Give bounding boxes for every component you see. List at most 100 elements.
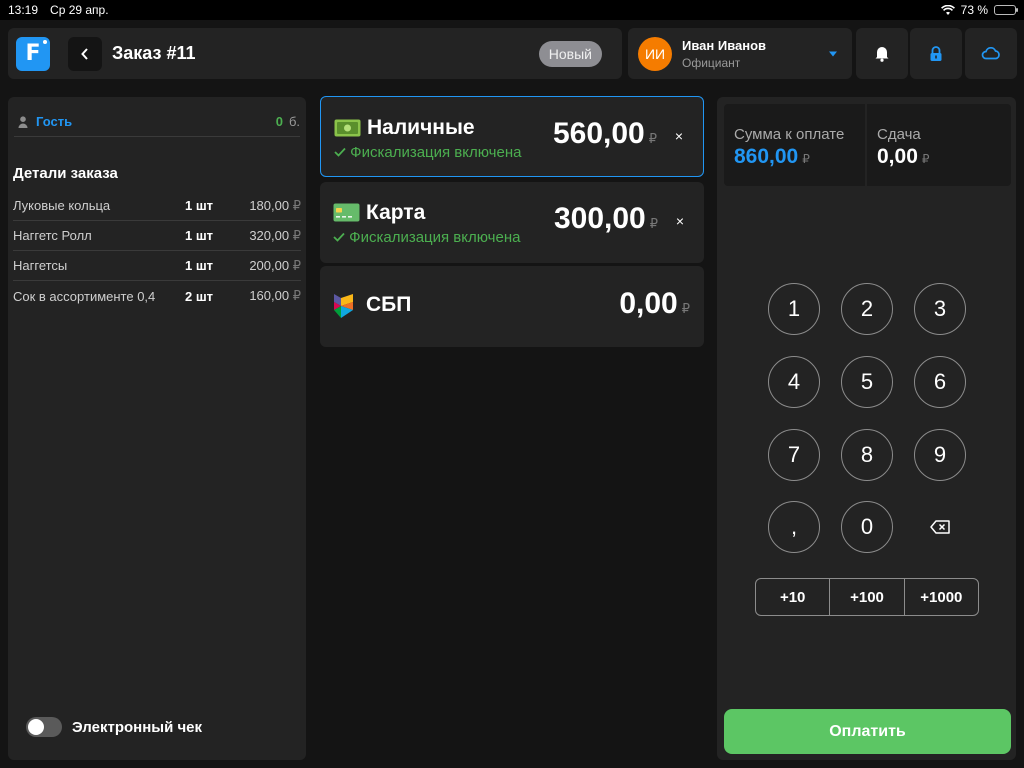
- payment-sbp-label: СБП: [366, 293, 412, 316]
- order-items-list: Луковые кольца 1 шт 180,00 ₽ Наггетс Рол…: [13, 191, 301, 311]
- echeck-toggle[interactable]: [26, 717, 62, 737]
- backspace-icon: [930, 520, 950, 534]
- guest-label: Гость: [36, 114, 73, 129]
- payment-cash[interactable]: Наличные Фискализация включена 560,00 ₽ ×: [320, 96, 704, 177]
- currency-sign: ₽: [292, 227, 301, 243]
- user-name: Иван Иванов: [682, 37, 767, 53]
- list-item: Луковые кольца 1 шт 180,00 ₽: [13, 191, 301, 221]
- item-name: Сок в ассортименте 0,4: [13, 288, 156, 304]
- quick-add-group: +10 +100 +1000: [755, 578, 979, 616]
- quick-add-10-button[interactable]: +10: [756, 579, 831, 615]
- currency-sign: ₽: [681, 301, 690, 316]
- sbp-logo-icon: [334, 294, 353, 318]
- currency-sign: ₽: [292, 197, 301, 213]
- notifications-button[interactable]: [856, 28, 908, 79]
- status-time: 13:19: [8, 3, 39, 17]
- item-price: 180,00: [249, 197, 290, 213]
- change-value: 0,00: [877, 145, 918, 168]
- fiscal-status: Фискализация включена: [349, 229, 521, 246]
- pay-button[interactable]: Оплатить: [724, 709, 1011, 754]
- chevron-down-icon: [829, 51, 837, 56]
- backspace-button[interactable]: [914, 501, 966, 553]
- fiscal-status: Фискализация включена: [350, 144, 522, 161]
- remove-card-button[interactable]: ×: [676, 213, 684, 229]
- key-0[interactable]: 0: [841, 501, 893, 553]
- key-5[interactable]: 5: [841, 356, 893, 408]
- card-icon: [333, 203, 360, 222]
- item-name: Луковые кольца: [13, 198, 111, 213]
- status-badge: Новый: [538, 40, 602, 67]
- key-6[interactable]: 6: [914, 356, 966, 408]
- echeck-label: Электронный чек: [72, 718, 203, 736]
- key-8[interactable]: 8: [841, 429, 893, 481]
- guest-row[interactable]: Гость 0 б.: [14, 107, 300, 137]
- bonus-unit: б.: [288, 114, 300, 129]
- payment-card-label: Карта: [366, 201, 426, 224]
- cash-icon: [334, 119, 361, 137]
- back-button[interactable]: [68, 36, 102, 71]
- item-price: 320,00: [249, 227, 290, 243]
- avatar: ИИ: [638, 36, 672, 71]
- echeck-row: Электронный чек: [26, 717, 202, 737]
- currency-sign: ₽: [648, 131, 657, 146]
- item-qty: 1 шт: [185, 258, 214, 273]
- key-3[interactable]: 3: [914, 283, 966, 335]
- quick-add-1000-button[interactable]: +1000: [905, 579, 978, 615]
- list-item: Сок в ассортименте 0,4 2 шт 160,00 ₽: [13, 281, 301, 311]
- item-qty: 2 шт: [185, 288, 214, 304]
- item-qty: 1 шт: [185, 198, 214, 213]
- status-bar: 13:19 Ср 29 апр. 73 %: [0, 0, 1024, 20]
- payment-card-amount: 300,00: [553, 202, 646, 235]
- user-role: Официант: [682, 55, 741, 70]
- cloud-sync-button[interactable]: [965, 28, 1017, 79]
- item-qty: 1 шт: [185, 228, 214, 243]
- order-details-panel: Гость 0 б. Детали заказа Луковые кольца …: [8, 97, 306, 760]
- key-9[interactable]: 9: [914, 429, 966, 481]
- item-price: 200,00: [249, 257, 290, 273]
- currency-sign: ₽: [292, 257, 301, 273]
- app-logo: F: [16, 36, 50, 71]
- payment-sbp-amount: 0,00: [619, 287, 678, 320]
- list-item: Наггетс Ролл 1 шт 320,00 ₽: [13, 221, 301, 251]
- key-comma[interactable]: ,: [768, 501, 820, 553]
- check-icon: [334, 147, 346, 157]
- payment-cash-label: Наличные: [367, 116, 475, 139]
- battery-icon: [994, 5, 1018, 15]
- payment-card[interactable]: Карта Фискализация включена 300,00 ₽ ×: [320, 182, 704, 263]
- to-pay-value: 860,00: [734, 145, 799, 168]
- details-title: Детали заказа: [13, 165, 118, 182]
- currency-sign: ₽: [802, 152, 810, 166]
- lock-button[interactable]: [910, 28, 962, 79]
- payment-cash-amount: 560,00: [552, 117, 645, 150]
- status-date: Ср 29 апр.: [50, 3, 109, 17]
- key-7[interactable]: 7: [768, 429, 820, 481]
- key-1[interactable]: 1: [768, 283, 820, 335]
- currency-sign: ₽: [649, 216, 658, 231]
- to-pay-label: Сумма к оплате: [734, 126, 845, 143]
- item-name: Наггетс Ролл: [13, 228, 92, 243]
- item-price: 160,00: [249, 288, 290, 303]
- bonus-count: 0: [275, 114, 283, 129]
- change-label: Сдача: [877, 126, 921, 143]
- item-name: Наггетсы: [13, 258, 68, 273]
- remove-cash-button[interactable]: ×: [675, 128, 683, 144]
- chevron-left-icon: [81, 47, 88, 60]
- order-title: Заказ #11: [112, 43, 196, 63]
- wifi-icon: [940, 4, 955, 15]
- key-4[interactable]: 4: [768, 356, 820, 408]
- payment-sbp[interactable]: СБП 0,00 ₽: [320, 266, 704, 347]
- payment-summary: Сумма к оплате 860,00 ₽ Сдача 0,00 ₽: [724, 104, 1011, 186]
- cloud-icon: [981, 47, 1000, 60]
- currency-sign: ₽: [921, 152, 930, 166]
- list-item: Наггетсы 1 шт 200,00 ₽: [13, 251, 301, 281]
- key-2[interactable]: 2: [841, 283, 893, 335]
- check-icon: [333, 232, 345, 242]
- lock-icon: [930, 45, 942, 61]
- person-icon: [18, 115, 28, 128]
- quick-add-100-button[interactable]: +100: [830, 579, 905, 615]
- bell-icon: [875, 47, 889, 62]
- battery-percent: 73 %: [960, 3, 988, 17]
- user-menu[interactable]: ИИ Иван Иванов Официант: [628, 28, 852, 79]
- order-header: F Заказ #11 Новый: [8, 28, 622, 79]
- currency-sign: ₽: [292, 288, 301, 303]
